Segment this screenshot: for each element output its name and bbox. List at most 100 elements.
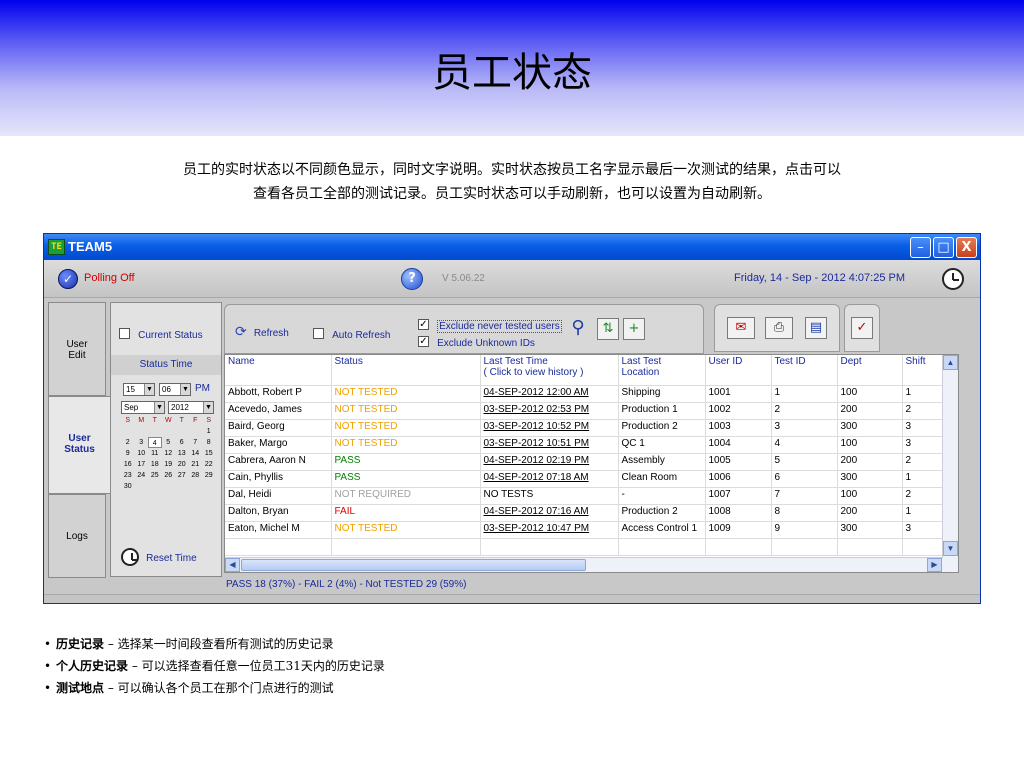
- table-row[interactable]: Cabrera, Aaron N PASS 04-SEP-2012 02:19 PM…: [225, 453, 958, 471]
- calendar-day[interactable]: 25: [148, 470, 162, 481]
- month-select[interactable]: Sep ▼: [121, 401, 165, 414]
- polling-icon[interactable]: ✓: [58, 269, 78, 289]
- vertical-scrollbar[interactable]: ▲ ▼: [942, 355, 958, 572]
- last-test-time-link[interactable]: 04-SEP-2012 07:16 AM: [480, 504, 619, 522]
- swap-icon[interactable]: ⇅: [597, 318, 619, 340]
- table-row[interactable]: Cain, Phyllis PASS 04-SEP-2012 07:18 AM Cle…: [225, 470, 958, 488]
- minimize-button[interactable]: –: [910, 237, 931, 258]
- scroll-thumb[interactable]: [241, 559, 586, 571]
- column-header[interactable]: Dept: [837, 355, 903, 386]
- calendar-day[interactable]: 20: [175, 459, 189, 470]
- polling-status[interactable]: Polling Off: [84, 272, 135, 284]
- calendar-day[interactable]: 1: [202, 426, 216, 437]
- calendar-day[interactable]: 7: [189, 437, 203, 448]
- clock-icon[interactable]: [942, 268, 964, 290]
- table-row[interactable]: Abbott, Robert P NOT TESTED 04-SEP-2012 12…: [225, 385, 958, 403]
- calendar-day[interactable]: 29: [202, 470, 216, 481]
- last-test-time-link[interactable]: 03-SEP-2012 10:47 PM: [480, 521, 619, 539]
- calendar-day[interactable]: 12: [162, 448, 176, 459]
- calendar-day[interactable]: 5: [162, 437, 176, 448]
- column-header[interactable]: Name: [225, 355, 332, 386]
- calendar-empty-cell: [148, 426, 162, 437]
- print-icon[interactable]: ⎙: [765, 317, 793, 339]
- calendar-day[interactable]: 30: [121, 481, 135, 492]
- calendar-day[interactable]: 10: [135, 448, 149, 459]
- auto-refresh-checkbox[interactable]: [313, 328, 324, 339]
- calendar-day[interactable]: 15: [202, 448, 216, 459]
- last-test-time-link[interactable]: 03-SEP-2012 10:52 PM: [480, 419, 619, 437]
- save-icon[interactable]: ▤: [805, 317, 827, 339]
- calendar-day[interactable]: 6: [175, 437, 189, 448]
- tab-user-edit[interactable]: User Edit: [48, 302, 106, 396]
- calendar-day[interactable]: 13: [175, 448, 189, 459]
- scroll-down-button[interactable]: ▼: [943, 541, 958, 556]
- last-test-time-link[interactable]: 03-SEP-2012 02:53 PM: [480, 402, 619, 420]
- month-value: Sep: [124, 403, 139, 412]
- table-row[interactable]: Eaton, Michel M NOT TESTED 03-SEP-2012 10:…: [225, 521, 958, 539]
- column-header[interactable]: Test ID: [771, 355, 838, 386]
- calendar-day[interactable]: 11: [148, 448, 162, 459]
- calendar-day[interactable]: 22: [202, 459, 216, 470]
- calendar-day[interactable]: 24: [135, 470, 149, 481]
- table-row[interactable]: Acevedo, James NOT TESTED 03-SEP-2012 02:5…: [225, 402, 958, 420]
- search-icon[interactable]: ⚲: [567, 318, 589, 340]
- scroll-right-button[interactable]: ▶: [927, 558, 942, 572]
- help-icon[interactable]: ?: [401, 268, 423, 290]
- calendar-day[interactable]: 26: [162, 470, 176, 481]
- last-test-time-link[interactable]: 04-SEP-2012 02:19 PM: [480, 453, 619, 471]
- calendar-day[interactable]: 21: [189, 459, 203, 470]
- last-test-time-link[interactable]: 04-SEP-2012 07:18 AM: [480, 470, 619, 488]
- calendar-day[interactable]: 27: [175, 470, 189, 481]
- add-list-icon[interactable]: +: [623, 318, 645, 340]
- close-button[interactable]: X: [956, 237, 977, 258]
- reset-time-button[interactable]: Reset Time: [121, 546, 197, 566]
- calendar-day[interactable]: 2: [121, 437, 135, 448]
- hour-select[interactable]: 15 ▼: [123, 383, 155, 396]
- last-test-time-link[interactable]: 03-SEP-2012 10:51 PM: [480, 436, 619, 454]
- column-header[interactable]: Status: [331, 355, 481, 386]
- table-row[interactable]: Baker, Margo NOT TESTED 03-SEP-2012 10:51 …: [225, 436, 958, 454]
- calendar-day[interactable]: 19: [162, 459, 176, 470]
- year-select[interactable]: 2012 ▼: [168, 401, 214, 414]
- exclude-unknown-ids-option[interactable]: ✓ Exclude Unknown IDs: [418, 331, 535, 350]
- minute-select[interactable]: 06 ▼: [159, 383, 191, 396]
- table-row[interactable]: Dalton, Bryan FAIL 04-SEP-2012 07:16 AM Pro…: [225, 504, 958, 522]
- current-status-option[interactable]: Current Status: [119, 323, 203, 342]
- calendar-day[interactable]: 16: [121, 459, 135, 470]
- auto-refresh-option[interactable]: Auto Refresh: [313, 323, 390, 342]
- exclude-never-tested-checkbox[interactable]: ✓: [418, 319, 429, 330]
- column-header[interactable]: Last Test Location: [618, 355, 706, 386]
- table-cell: Eaton, Michel M: [225, 521, 332, 539]
- status-cell: PASS: [331, 470, 481, 488]
- scroll-left-button[interactable]: ◀: [225, 558, 240, 572]
- report-icon[interactable]: ✓: [851, 317, 873, 339]
- window-titlebar[interactable]: TE TEAM5 – □ X: [44, 234, 980, 260]
- tab-logs[interactable]: Logs: [48, 494, 106, 578]
- maximize-button[interactable]: □: [933, 237, 954, 258]
- calendar-day[interactable]: 8: [202, 437, 216, 448]
- calendar-day[interactable]: 23: [121, 470, 135, 481]
- refresh-button[interactable]: ⟳ Refresh: [235, 321, 289, 340]
- ampm-label[interactable]: PM: [195, 383, 210, 394]
- table-row[interactable]: Baird, Georg NOT TESTED 03-SEP-2012 10:52 …: [225, 419, 958, 437]
- column-header[interactable]: User ID: [705, 355, 772, 386]
- current-status-checkbox[interactable]: [119, 328, 130, 339]
- horizontal-scrollbar[interactable]: ◀ ▶: [225, 557, 943, 572]
- email-icon[interactable]: ✉: [727, 317, 755, 339]
- table-row[interactable]: Dal, Heidi NOT REQUIRED NO TESTS -1007 7 100 2: [225, 487, 958, 505]
- calendar-day[interactable]: 18: [148, 459, 162, 470]
- exclude-unknown-ids-checkbox[interactable]: ✓: [418, 336, 429, 347]
- table-cell: -: [618, 487, 706, 505]
- scroll-up-button[interactable]: ▲: [943, 355, 958, 370]
- refresh-icon: ⟳: [235, 324, 247, 340]
- calendar-day[interactable]: 9: [121, 448, 135, 459]
- calendar-day[interactable]: 28: [189, 470, 203, 481]
- calendar-day[interactable]: 3: [135, 437, 149, 448]
- report-toolbar: ✓: [844, 304, 880, 352]
- calendar-day[interactable]: 14: [189, 448, 203, 459]
- column-header[interactable]: Last Test Time ( Click to view history ): [480, 355, 619, 386]
- calendar-day[interactable]: 17: [135, 459, 149, 470]
- calendar-day[interactable]: 4: [148, 437, 162, 448]
- last-test-time-link[interactable]: 04-SEP-2012 12:00 AM: [480, 385, 619, 403]
- tab-user-status[interactable]: User Status: [48, 396, 110, 494]
